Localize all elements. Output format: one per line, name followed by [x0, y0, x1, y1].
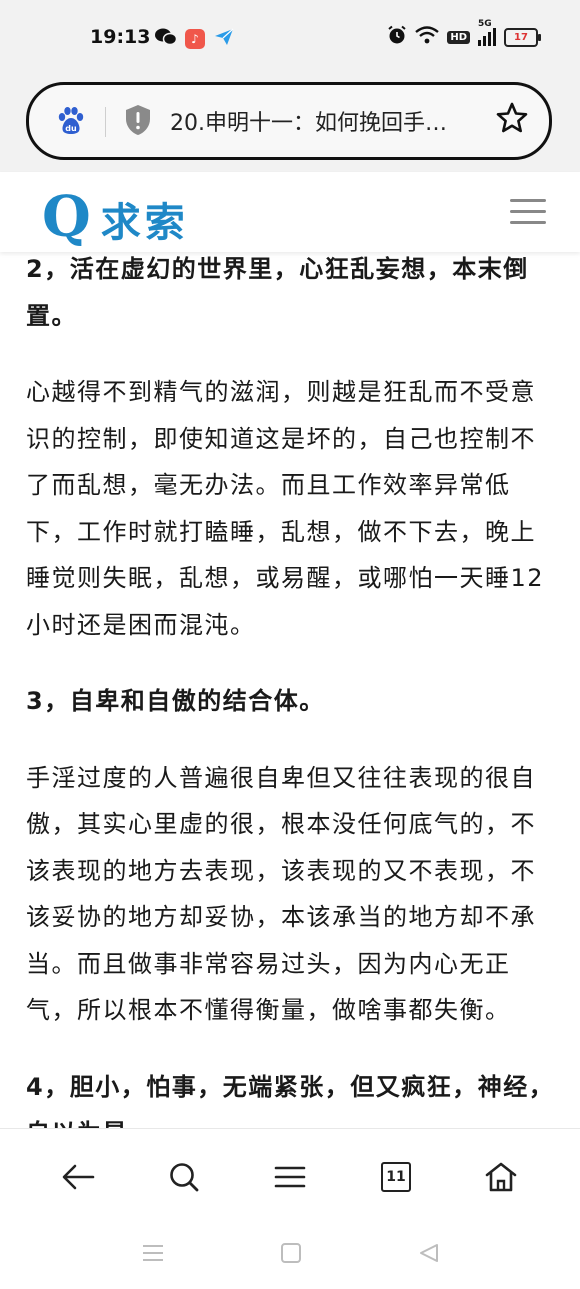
home-icon[interactable] [481, 1157, 521, 1197]
browser-toolbar: du 20.申明十一：如何挽回手… [0, 74, 580, 172]
address-bar[interactable]: du 20.申明十一：如何挽回手… [26, 82, 552, 160]
logo-letter: Q [42, 184, 91, 250]
address-divider [105, 107, 106, 137]
article-paragraph: 手淫过度的人普遍很自卑但又往往表现的很自傲，其实心里虚的很，根本没任何底气的，不… [26, 763, 536, 1025]
battery-icon: 17 [504, 27, 541, 47]
svg-text:du: du [65, 124, 77, 133]
home-square-icon[interactable] [280, 1242, 302, 1268]
article-heading: 2，活在虚幻的世界里，心狂乱妄想，本末倒置。 [26, 255, 529, 330]
back-triangle-icon[interactable] [418, 1242, 440, 1268]
shield-icon[interactable] [123, 103, 153, 141]
baidu-paw-icon[interactable]: du [55, 105, 87, 141]
tab-count-badge: 11 [381, 1162, 411, 1192]
signal-icon: 5G [478, 19, 496, 46]
recent-apps-icon[interactable] [142, 1242, 164, 1268]
status-notification-icons: ♪ [155, 27, 235, 51]
wifi-icon [415, 26, 440, 48]
article-paragraph: 心越得不到精气的滋润，则越是狂乱而不受意识的控制，即使知道这是坏的，自己也控制不… [26, 378, 545, 639]
alarm-icon [387, 25, 407, 49]
browser-bottom-nav: 11 [0, 1128, 580, 1225]
article-heading: 4，胆小，怕事，无端紧张，但又疯狂，神经，自以为是。 [26, 1072, 555, 1129]
tabs-button[interactable]: 11 [376, 1157, 416, 1197]
site-header: Q 求索 [0, 172, 580, 252]
status-system-icons: HD 5G 17 [387, 19, 541, 49]
system-nav-bar [0, 1224, 580, 1289]
menu-lines-icon[interactable] [270, 1157, 310, 1197]
wechat-icon [155, 27, 178, 51]
back-arrow-icon[interactable] [58, 1157, 98, 1197]
battery-level: 17 [514, 31, 528, 43]
bookmark-star-icon[interactable] [495, 101, 529, 139]
network-type: 5G [478, 19, 492, 29]
send-app-icon [213, 27, 235, 51]
hd-badge: HD [447, 30, 470, 44]
article-content: 2，活在虚幻的世界里，心狂乱妄想，本末倒置。 心越得不到精气的滋润，则越是狂乱而… [26, 252, 558, 1128]
music-app-icon: ♪ [185, 29, 205, 49]
search-icon[interactable] [164, 1157, 204, 1197]
page-title-text[interactable]: 20.申明十一：如何挽回手… [170, 105, 490, 137]
status-bar: 19:13 ♪ HD 5G 17 [0, 0, 580, 74]
logo-text: 求索 [100, 200, 189, 246]
site-logo[interactable]: Q 求索 [42, 186, 189, 248]
status-time: 19:13 [90, 26, 151, 48]
hamburger-menu-icon[interactable] [510, 199, 546, 225]
article-heading: 3，自卑和自傲的结合体。 [26, 687, 325, 715]
